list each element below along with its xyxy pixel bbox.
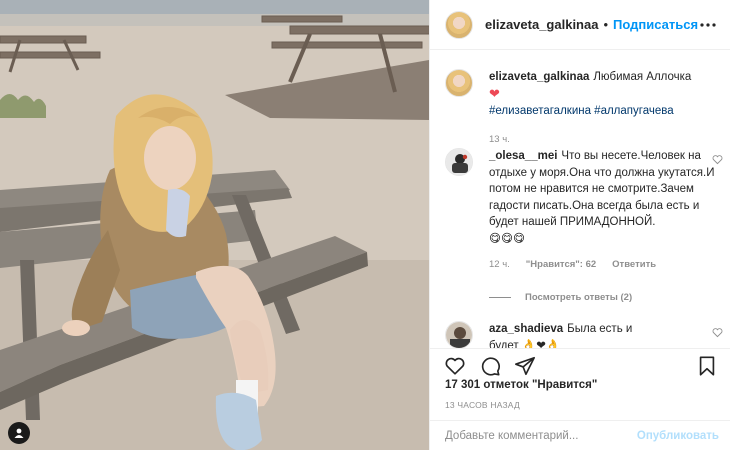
ellipsis-icon[interactable]: [699, 16, 717, 34]
comment-username[interactable]: _olesa__mei: [489, 150, 557, 162]
caption-text: Любимая Аллочка: [593, 71, 692, 83]
comment-like-heart-icon[interactable]: [712, 154, 723, 165]
comment-avatar[interactable]: [445, 321, 473, 348]
header-username[interactable]: elizaveta_galkinaa: [485, 17, 598, 32]
comment-item: _olesa__mei Что вы несете.Человек на отды…: [445, 148, 723, 274]
caption-avatar[interactable]: [445, 69, 473, 97]
post-side-panel: elizaveta_galkinaa • Подписаться elizave…: [429, 0, 730, 450]
avatar[interactable]: [445, 10, 473, 39]
comments-list[interactable]: elizaveta_galkinaa Любимая Аллочка ❤ #ели…: [430, 51, 730, 348]
heart-icon[interactable]: [444, 355, 466, 377]
caption-hashtags[interactable]: #елизаветагалкина #аллапугачева: [489, 105, 674, 117]
post-photo[interactable]: [0, 0, 429, 450]
user-icon: [14, 428, 24, 438]
comment-input[interactable]: [445, 429, 637, 442]
view-replies-button[interactable]: Посмотреть ответы (2): [489, 292, 632, 303]
comment-avatar[interactable]: [445, 148, 473, 176]
comment-emojis: 😋😋😋: [489, 232, 525, 245]
comment-item: aza_shadieva Была есть и будет 👌❤👌: [445, 321, 723, 349]
likes-count[interactable]: 17 301 отметок "Нравится": [445, 379, 597, 391]
caption-username[interactable]: elizaveta_galkinaa: [489, 71, 589, 83]
replies-divider-line: [489, 297, 511, 298]
avatar-image: [446, 149, 472, 175]
comment-text: Была есть и: [567, 323, 633, 335]
add-comment-bar: Опубликовать: [430, 420, 730, 450]
post-header: elizaveta_galkinaa • Подписаться: [430, 0, 730, 50]
comment-likes[interactable]: "Нравится": 62: [526, 257, 596, 274]
comment-like-heart-icon[interactable]: [712, 327, 723, 338]
comment-icon[interactable]: [479, 355, 501, 377]
bookmark-icon[interactable]: [696, 355, 718, 377]
publish-button[interactable]: Опубликовать: [637, 430, 719, 442]
post-time-ago[interactable]: 13 ЧАСОВ НАЗАД: [445, 400, 520, 410]
avatar-image: [446, 322, 472, 348]
caption-time[interactable]: 13 ч.: [489, 132, 510, 149]
caption: elizaveta_galkinaa Любимая Аллочка ❤ #ели…: [445, 69, 715, 148]
paper-plane-icon[interactable]: [514, 355, 536, 377]
follow-button[interactable]: Подписаться: [613, 17, 698, 32]
beach-scene: [0, 0, 429, 450]
comment-text-continued: будет 👌❤👌: [489, 339, 561, 349]
comment-username[interactable]: aza_shadieva: [489, 323, 563, 335]
comment-time[interactable]: 12 ч.: [489, 257, 510, 274]
heart-emoji: ❤: [489, 85, 500, 101]
separator-dot: •: [603, 17, 609, 32]
user-tag-button[interactable]: [8, 422, 30, 444]
reply-button[interactable]: Ответить: [612, 257, 656, 274]
view-replies-label: Посмотреть ответы (2): [525, 292, 633, 303]
